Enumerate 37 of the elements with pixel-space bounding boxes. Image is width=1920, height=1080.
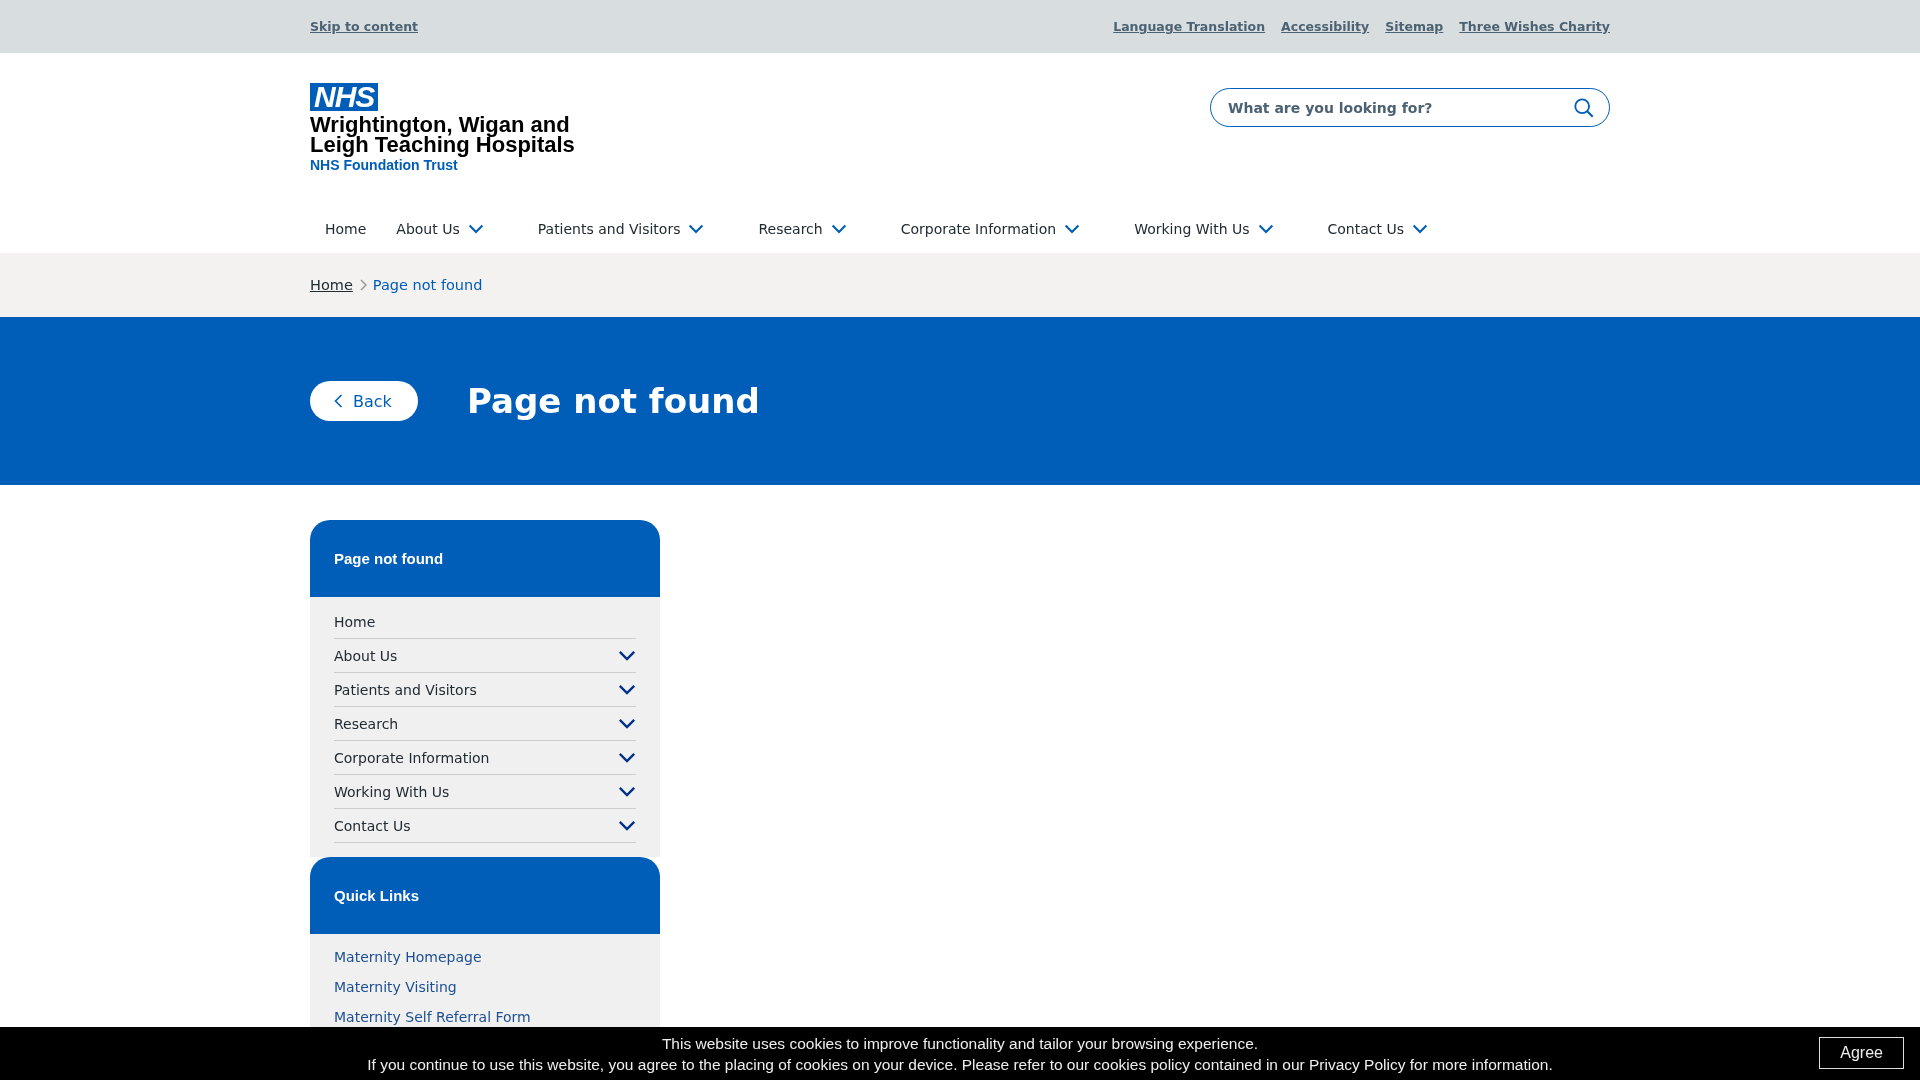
chevron-right-icon bbox=[358, 279, 367, 291]
panel-title: Quick Links bbox=[334, 887, 420, 904]
breadcrumb-link[interactable]: Home bbox=[310, 277, 353, 293]
utility-link[interactable]: Three Wishes Charity bbox=[1459, 19, 1610, 34]
cookie-text: This website uses cookies to improve functionality and tailor your browsing experience. bbox=[660, 1033, 1260, 1054]
utility-link[interactable]: Sitemap bbox=[1385, 19, 1444, 34]
nav-item[interactable]: Patients and Visitors bbox=[522, 221, 720, 237]
panel-title: Page not found bbox=[334, 550, 444, 567]
side-menu-item[interactable]: Corporate Information bbox=[334, 741, 636, 775]
page-title: Page not found bbox=[467, 381, 760, 421]
cookie-text: If you continue to use this website, you agree to the placing of cookies on your device. Please refer to our cookies policy contained in our Privacy Policy for more information. bbox=[367, 1054, 1553, 1075]
utility-link[interactable]: Accessibility bbox=[1281, 19, 1370, 34]
search-icon[interactable] bbox=[1573, 96, 1595, 119]
skip-link[interactable]: Skip to content bbox=[310, 19, 419, 34]
side-menu-item[interactable]: Home bbox=[334, 605, 636, 639]
side-menu-item[interactable]: About Us bbox=[334, 639, 636, 673]
back-button[interactable]: Back bbox=[310, 381, 418, 421]
trust-name: Wrightington, Wigan and Leigh Teaching Hospitals bbox=[310, 115, 575, 155]
side-menu-item[interactable]: Working With Us bbox=[334, 775, 636, 809]
nav-item[interactable]: Contact Us bbox=[1312, 221, 1443, 237]
nav-item[interactable]: About Us bbox=[381, 221, 499, 237]
nav-item[interactable]: Working With Us bbox=[1119, 221, 1289, 237]
quick-link[interactable]: Maternity Homepage bbox=[334, 942, 636, 972]
nav-item[interactable]: Corporate Information bbox=[885, 221, 1096, 237]
quick-link[interactable]: Maternity Visiting bbox=[334, 972, 636, 1002]
trust-subtitle: NHS Foundation Trust bbox=[310, 157, 458, 173]
side-menu-item[interactable]: Research bbox=[334, 707, 636, 741]
chevron-left-icon bbox=[334, 394, 343, 408]
agree-button[interactable]: Agree bbox=[1819, 1037, 1904, 1069]
nav-item[interactable]: Home bbox=[310, 221, 382, 237]
side-menu-item[interactable]: Contact Us bbox=[334, 809, 636, 843]
side-menu-item[interactable]: Patients and Visitors bbox=[334, 673, 636, 707]
utility-link[interactable]: Language Translation bbox=[1113, 19, 1266, 34]
breadcrumb-link[interactable]: Page not found bbox=[372, 277, 483, 293]
nhs-badge: NHS bbox=[310, 83, 379, 111]
trust-logo[interactable]: NHS Wrightington, Wigan and Leigh Teaching Hospitals NHS Foundation Trust bbox=[310, 83, 575, 205]
nav-item[interactable]: Research bbox=[743, 221, 862, 237]
